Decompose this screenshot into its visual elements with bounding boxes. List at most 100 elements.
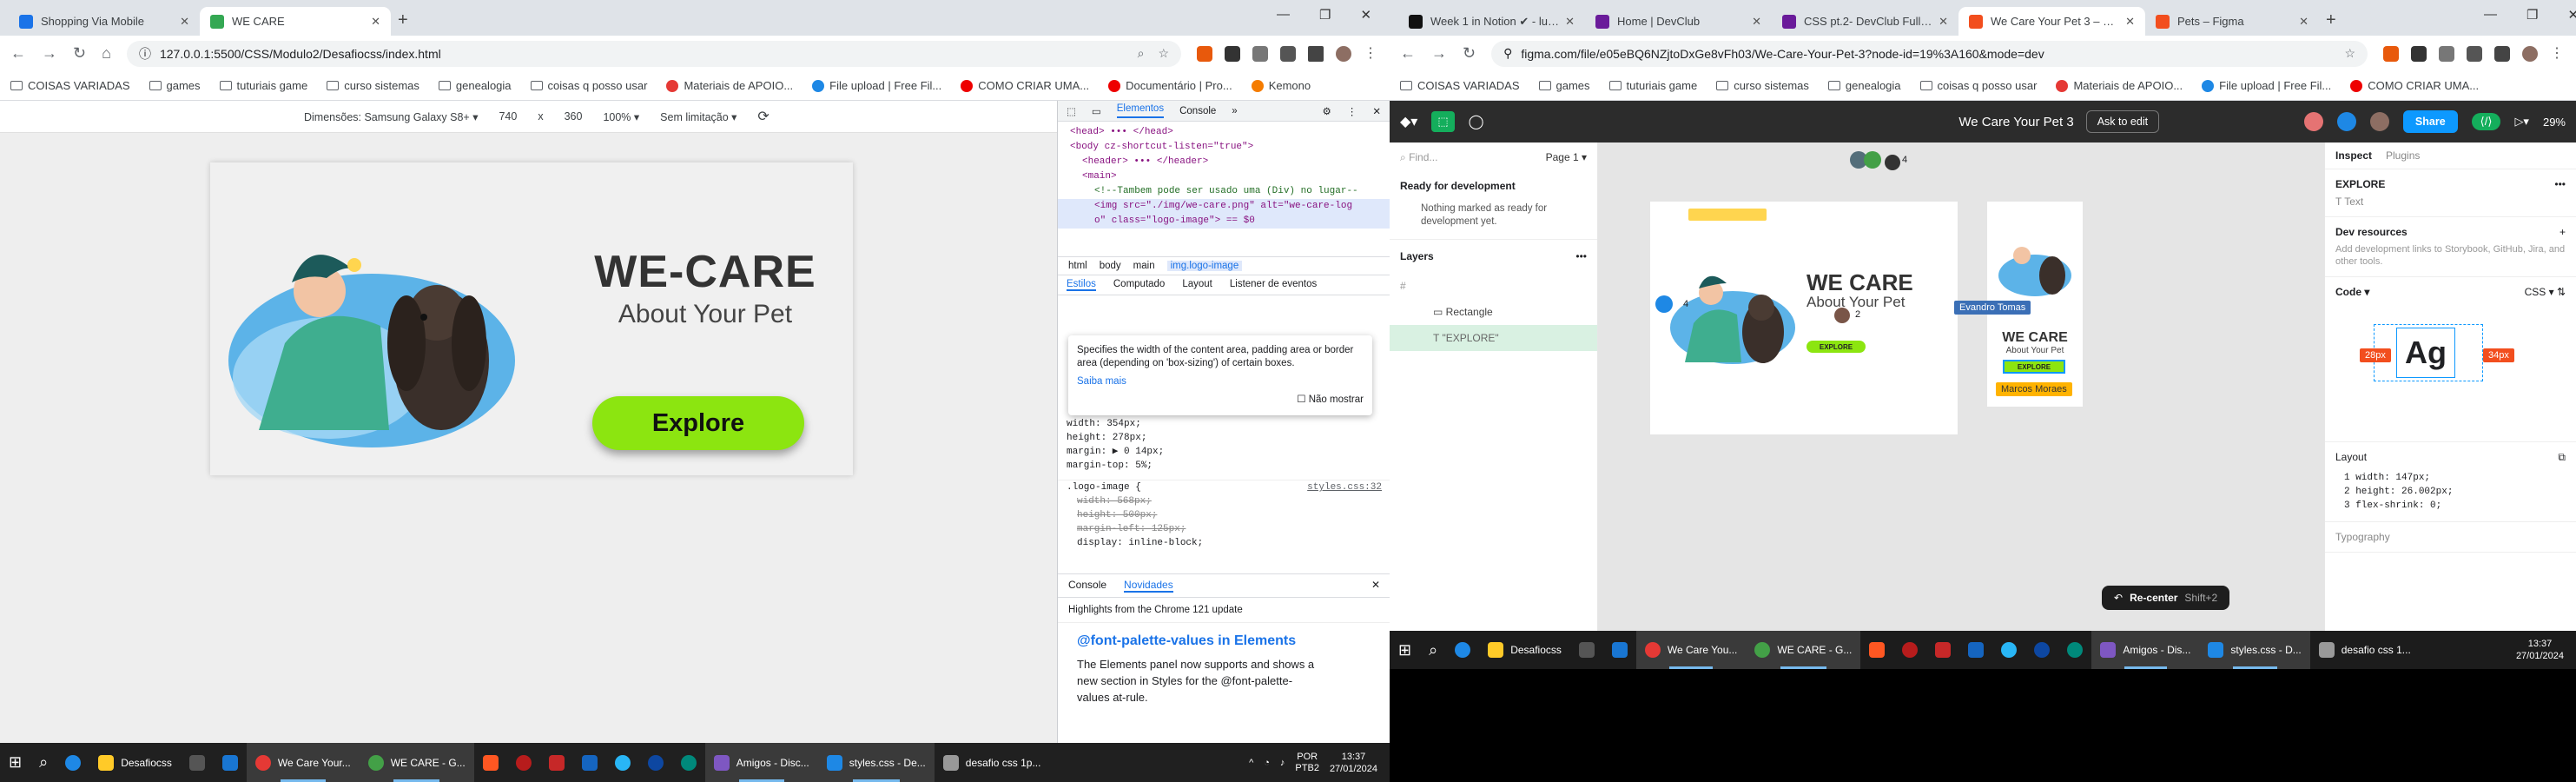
telegram-icon[interactable]: [1992, 631, 2025, 669]
search-icon[interactable]: ⌕: [1420, 631, 1446, 669]
drawer-tab-console[interactable]: Console: [1068, 579, 1106, 593]
bookmark[interactable]: COISAS VARIADAS: [1400, 79, 1520, 92]
puzzle-icon[interactable]: [2467, 45, 2482, 62]
avatar[interactable]: [2369, 112, 2389, 131]
more-icon[interactable]: •••: [1575, 250, 1587, 262]
wifi-icon[interactable]: ◔: [1264, 758, 1270, 768]
learn-more-link[interactable]: Saiba mais: [1077, 375, 1364, 388]
close-icon[interactable]: ✕: [1939, 15, 1948, 29]
dom-line[interactable]: <header> ••• </header>: [1058, 155, 1390, 169]
bookmark[interactable]: coisas q posso usar: [1919, 79, 2037, 92]
close-icon[interactable]: ✕: [1371, 579, 1380, 593]
gear-icon[interactable]: ⚙: [1323, 105, 1331, 117]
brave-icon[interactable]: [1860, 631, 1893, 669]
bookmark[interactable]: games: [1538, 79, 1590, 92]
tab-plugins[interactable]: Plugins: [2386, 149, 2420, 162]
address-field[interactable]: ⓘ 127.0.0.1:5500/CSS/Modulo2/Desafiocss/…: [126, 40, 1181, 67]
store-icon[interactable]: [1570, 631, 1603, 669]
css-decl[interactable]: margin-top: 5%;: [1058, 459, 1390, 473]
inspect-icon[interactable]: ⬚: [1067, 105, 1076, 117]
close-icon[interactable]: ✕: [2299, 15, 2308, 29]
crumb-body[interactable]: body: [1100, 261, 1121, 271]
pen-icon[interactable]: [2411, 45, 2427, 62]
menu-icon[interactable]: ⋮: [2550, 46, 2566, 62]
css-decl[interactable]: width: 568px;: [1058, 494, 1390, 508]
zoom-level[interactable]: 29%: [2543, 116, 2566, 129]
code-title[interactable]: Code ▾: [2335, 286, 2369, 298]
close-icon[interactable]: ✕: [1372, 105, 1381, 117]
menu-icon[interactable]: ⋮: [1347, 105, 1357, 117]
star-icon[interactable]: ☆: [2344, 46, 2355, 61]
play-icon[interactable]: ▷▾: [2514, 115, 2529, 129]
clock[interactable]: 13:37 27/01/2024: [2516, 638, 2564, 662]
site-info-icon[interactable]: ⚲: [1503, 46, 1512, 61]
app-icon[interactable]: [1959, 631, 1992, 669]
device-select[interactable]: Dimensões: Samsung Galaxy S8+ ▾: [304, 110, 478, 123]
file-title[interactable]: We Care Your Pet 3: [1958, 115, 2073, 129]
language-select[interactable]: CSS ▾ ⇅: [2525, 286, 2566, 298]
home-icon[interactable]: ⌂: [102, 44, 111, 63]
device-toggle-icon[interactable]: ▭: [1092, 105, 1101, 117]
drawer-feature-title[interactable]: @font-palette-values in Elements: [1058, 623, 1390, 653]
device-width-input[interactable]: 740: [499, 110, 517, 123]
back-icon[interactable]: ←: [1400, 44, 1416, 63]
taskbar-app[interactable]: WE CARE - G...: [359, 743, 474, 782]
taskbar-app[interactable]: styles.css - D...: [2199, 631, 2310, 669]
taskbar-app[interactable]: Amigos - Dis...: [2091, 631, 2200, 669]
dom-line-selected[interactable]: o" class="logo-image"> == $0: [1058, 214, 1390, 229]
dom-line[interactable]: <head> ••• </head>: [1058, 125, 1390, 140]
tab-we-care[interactable]: WE CARE ✕: [200, 7, 391, 36]
tab-shopping[interactable]: Shopping Via Mobile ✕: [9, 7, 200, 36]
device-height-input[interactable]: 360: [565, 110, 583, 123]
minimize-icon[interactable]: —: [2484, 7, 2497, 23]
css-decl[interactable]: height: 500px;: [1058, 508, 1390, 522]
tab-devclub-home[interactable]: Home | DevClub ✕: [1585, 7, 1772, 36]
tab-layout[interactable]: Layout: [1182, 279, 1212, 291]
extension-icon[interactable]: [1252, 45, 1268, 62]
bookmark[interactable]: File upload | Free Fil...: [812, 79, 941, 92]
app-icon[interactable]: [1926, 631, 1959, 669]
bookmark[interactable]: curso sistemas: [327, 79, 419, 92]
tab-styles[interactable]: Estilos: [1067, 279, 1096, 291]
more-icon[interactable]: •••: [2554, 178, 2566, 190]
star-icon[interactable]: ☆: [1158, 46, 1169, 61]
ask-to-edit-button[interactable]: Ask to edit: [2085, 110, 2160, 133]
throttle-select[interactable]: Sem limitação ▾: [660, 110, 736, 123]
bookmark[interactable]: genealogia: [1827, 79, 1901, 92]
app-icon[interactable]: [2058, 631, 2091, 669]
add-icon[interactable]: +: [2559, 226, 2566, 238]
tab-event-listeners[interactable]: Listener de eventos: [1230, 279, 1317, 291]
search-icon[interactable]: ⌕: [30, 743, 56, 782]
windows-start-icon[interactable]: ⊞: [1390, 631, 1420, 669]
keyboard-language[interactable]: POR PTB2: [1295, 752, 1319, 774]
app-icon[interactable]: [573, 743, 606, 782]
extension-icon[interactable]: [2439, 45, 2454, 62]
bookmark[interactable]: Materiais de APOIO...: [2056, 79, 2183, 92]
close-icon[interactable]: ✕: [180, 15, 189, 29]
dom-line[interactable]: <main>: [1058, 169, 1390, 184]
taskbar-app[interactable]: We Care You...: [1635, 631, 1747, 669]
figma-menu-icon[interactable]: ◆▾: [1400, 113, 1417, 130]
avatar[interactable]: [1864, 151, 1881, 169]
sidebar-icon[interactable]: [1308, 45, 1324, 62]
zoom-select[interactable]: 100% ▾: [603, 110, 639, 123]
tab-css-devclub[interactable]: CSS pt.2- DevClub Full Stack ✕: [1772, 7, 1958, 36]
app-icon[interactable]: [540, 743, 573, 782]
close-icon[interactable]: ✕: [2125, 15, 2135, 29]
tab-figma-pets[interactable]: Pets – Figma ✕: [2145, 7, 2319, 36]
clock[interactable]: 13:37 27/01/2024: [1330, 751, 1377, 775]
layer-item[interactable]: ▭ Rectangle: [1390, 299, 1597, 325]
tab-console[interactable]: Console: [1179, 106, 1216, 116]
bookmark[interactable]: COISAS VARIADAS: [10, 79, 130, 92]
dom-line-selected[interactable]: <img src="./img/we-care.png" alt="we-car…: [1058, 199, 1390, 214]
comment-icon[interactable]: ◯: [1469, 113, 1484, 130]
tab-figma-we-care[interactable]: We Care Your Pet 3 – Figma ✕: [1958, 7, 2145, 36]
mobile-explore-button[interactable]: EXPLORE: [2003, 360, 2065, 374]
css-decl[interactable]: height: 278px;: [1058, 431, 1390, 445]
taskbar-app[interactable]: styles.css - De...: [817, 743, 935, 782]
css-decl[interactable]: margin-left: 125px;: [1058, 522, 1390, 536]
bookmark[interactable]: File upload | Free Fil...: [2202, 79, 2331, 92]
css-source-link[interactable]: styles.css:32: [1307, 480, 1382, 494]
close-icon[interactable]: ✕: [371, 15, 380, 29]
design-frame-main[interactable]: WE CARE About Your Pet EXPLORE: [1650, 202, 1958, 434]
